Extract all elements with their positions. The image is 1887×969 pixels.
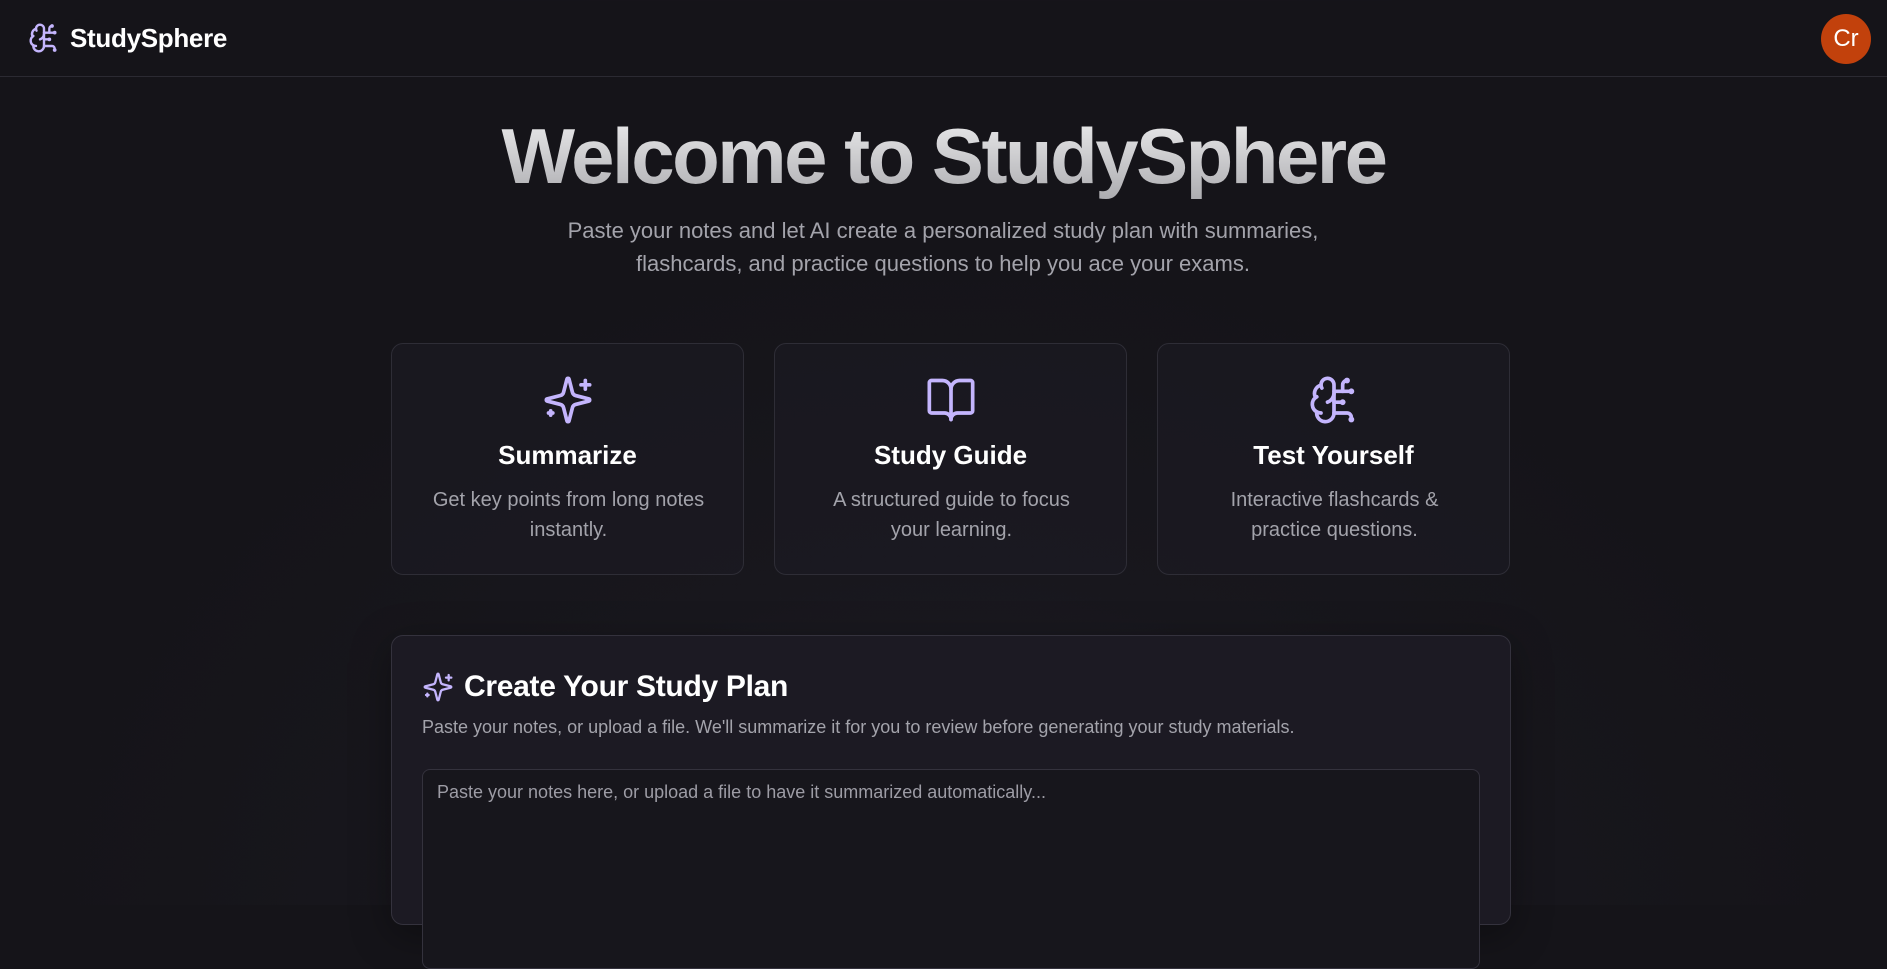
feature-title: Test Yourself: [1253, 440, 1414, 470]
top-bar: StudySphere Cr: [0, 0, 1887, 77]
feature-card-test-yourself: Test Yourself Interactive flashcards & p…: [1157, 343, 1510, 575]
feature-description: A structured guide to focus your learnin…: [799, 485, 1104, 545]
panel-header: Create Your Study Plan: [422, 670, 788, 704]
feature-description: Interactive flashcards & practice questi…: [1182, 485, 1487, 545]
panel-title: Create Your Study Plan: [464, 670, 789, 703]
brand-name: StudySphere: [70, 22, 228, 53]
subtitle-line-1: Paste your notes and let AI create a per…: [567, 218, 1319, 243]
sparkles-icon: [423, 672, 453, 702]
brain-icon: [1310, 376, 1355, 424]
user-avatar[interactable]: Cr: [1821, 14, 1871, 64]
brand-logo[interactable]: StudySphere: [28, 20, 227, 56]
feature-desc-line-1: Interactive flashcards &: [1230, 489, 1439, 511]
feature-card-study-guide: Study Guide A structured guide to focus …: [774, 343, 1127, 575]
study-plan-panel: Create Your Study Plan Paste your notes,…: [391, 635, 1511, 969]
book-open-icon: [927, 378, 975, 422]
subtitle-line-2: flashcards, and practice questions to he…: [636, 251, 1250, 276]
feature-desc-line-1: A structured guide to focus: [833, 489, 1070, 511]
page-subtitle: Paste your notes and let AI create a per…: [443, 214, 1443, 280]
feature-desc-line-1: Get key points from long notes: [432, 489, 705, 511]
feature-description: Get key points from long notes instantly…: [416, 485, 721, 545]
sparkles-icon: [544, 376, 592, 424]
brain-icon: [29, 23, 57, 53]
feature-title: Study Guide: [873, 440, 1028, 470]
feature-card-summarize: Summarize Get key points from long notes…: [391, 343, 744, 575]
feature-title: Summarize: [498, 440, 637, 470]
feature-desc-line-2: your learning.: [890, 519, 1013, 541]
feature-desc-line-2: practice questions.: [1251, 519, 1418, 541]
panel-description: Paste your notes, or upload a file. We'l…: [422, 717, 1295, 737]
page-title: Welcome to StudySphere: [0, 108, 1887, 204]
feature-desc-line-2: instantly.: [529, 519, 608, 541]
notes-input[interactable]: [422, 769, 1480, 969]
